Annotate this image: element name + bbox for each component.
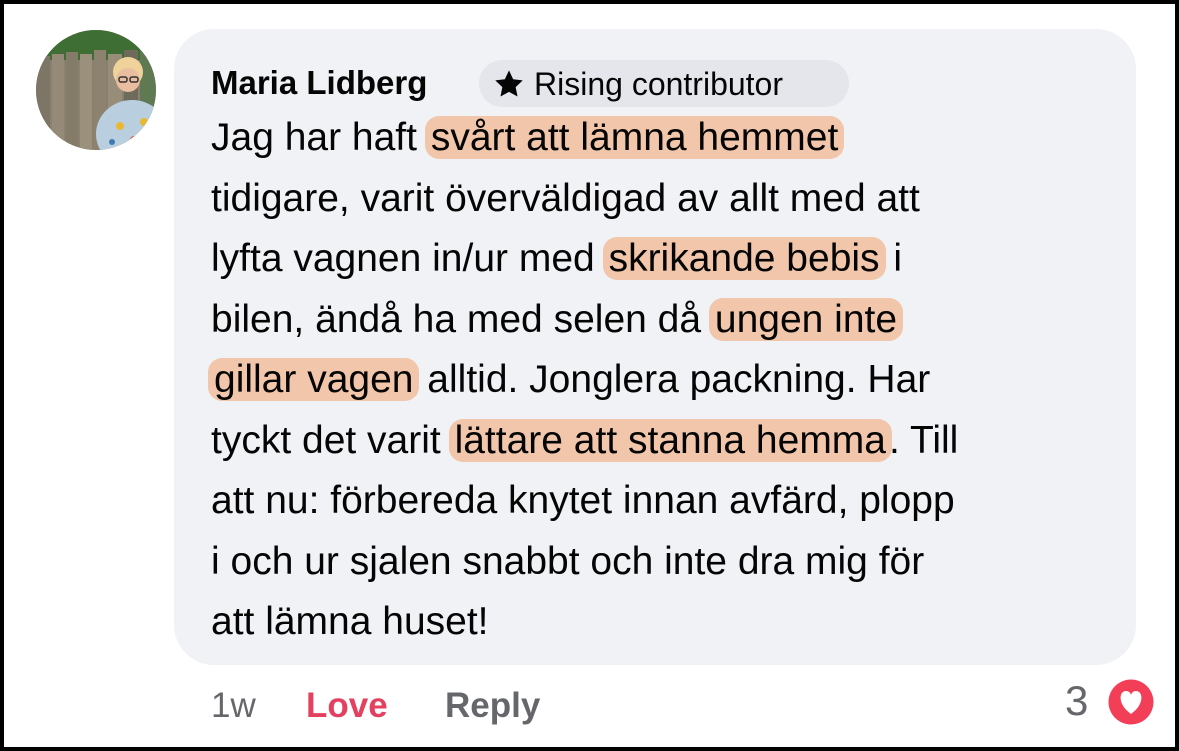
highlighted-phrase: ungen inte [708, 297, 904, 341]
comment-line: bilen, ändå ha med selen då ungen inte [211, 290, 1121, 351]
comment-line: i och ur sjalen snabbt och inte dra mig … [211, 532, 1121, 593]
text-segment: att nu: förbereda knytet innan avfärd, p… [211, 479, 955, 522]
comment-text: Jag har haft svårt att lämna hemmet tidig… [208, 108, 1121, 653]
text-segment: tidigare, varit överväldigad av allt med… [211, 176, 920, 220]
reply-button[interactable]: Reply [445, 684, 540, 728]
comment-actions: 1w Love Reply [211, 684, 540, 728]
text-segment: . Till [888, 418, 959, 462]
timestamp[interactable]: 1w [211, 686, 256, 725]
contributor-badge[interactable]: Rising contributor [479, 60, 849, 107]
comment-line: att nu: förbereda knytet innan avfärd, p… [211, 471, 1121, 532]
author-name[interactable]: Maria Lidberg [211, 63, 427, 103]
highlighted-phrase: skrikande bebis [602, 237, 886, 280]
comment-line: att lämna huset! [211, 592, 1121, 653]
highlighted-phrase: gillar vagen [208, 358, 420, 401]
text-segment: lyfta vagnen in/ur med [211, 237, 606, 280]
comment-line: Jag har haft svårt att lämna hemmet [211, 108, 1121, 169]
text-segment: att lämna huset! [211, 600, 489, 643]
love-button[interactable]: Love [306, 684, 388, 728]
reaction-count[interactable]: 3 [1065, 676, 1088, 726]
highlighted-phrase: lättare att stanna hemma [448, 418, 892, 462]
text-segment: i [882, 237, 903, 280]
star-icon [495, 70, 523, 97]
highlighted-phrase: svårt att lämna hemmet [424, 116, 845, 159]
text-segment: tyckt det varit [211, 418, 452, 462]
text-segment: Jag har haft [211, 116, 428, 159]
text-segment: alltid. Jonglera packning. Har [416, 358, 931, 401]
comment-line: lyfta vagnen in/ur med skrikande bebis i [211, 229, 1121, 290]
comment-line: gillar vagen alltid. Jonglera packning. … [208, 350, 1121, 411]
text-segment: bilen, ändå ha med selen då [211, 297, 712, 341]
comment-line: tyckt det varit lättare att stanna hemma… [211, 411, 1121, 472]
avatar[interactable] [36, 30, 156, 150]
badge-label: Rising contributor [534, 66, 783, 102]
heart-icon[interactable] [1105, 676, 1157, 728]
comment-line: tidigare, varit överväldigad av allt med… [211, 169, 1121, 230]
text-segment: i och ur sjalen snabbt och inte dra mig … [211, 539, 925, 583]
